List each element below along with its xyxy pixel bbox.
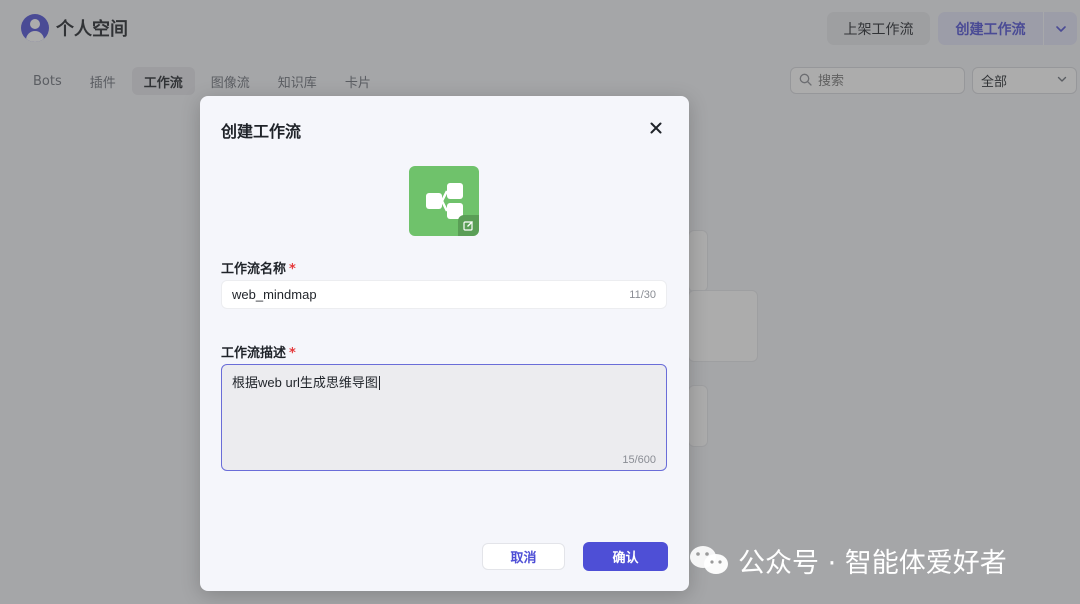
workflow-icon[interactable] [409, 166, 479, 236]
desc-field-label: 工作流描述 * [221, 342, 296, 361]
edit-icon[interactable] [458, 215, 479, 236]
name-char-counter: 11/30 [629, 288, 656, 301]
workflow-description-textarea[interactable]: 根据web url生成思维导图 15/600 [221, 364, 667, 471]
name-field-label: 工作流名称 * [221, 258, 296, 277]
confirm-button[interactable]: 确认 [583, 542, 668, 571]
watermark: 公众号 · 智能体爱好者 [688, 540, 1007, 580]
cancel-button[interactable]: 取消 [482, 543, 565, 570]
required-mark: * [289, 346, 296, 361]
dialog-title: 创建工作流 [221, 122, 302, 141]
watermark-text: 公众号 · 智能体爱好者 [738, 547, 1007, 579]
create-workflow-dialog: 创建工作流 工作流名称 * web_mindmap 11/30 工作流描述 * 根据… [200, 96, 689, 591]
text-caret [378, 375, 380, 390]
workflow-description-value: 根据web url生成思维导图 [232, 375, 378, 390]
name-label-text: 工作流名称 [221, 262, 287, 277]
workflow-name-value: web_mindmap [232, 287, 317, 302]
desc-char-counter: 15/600 [622, 454, 656, 466]
workflow-name-input[interactable]: web_mindmap 11/30 [221, 280, 667, 309]
wechat-logo-icon [688, 543, 730, 577]
desc-label-text: 工作流描述 [221, 346, 287, 361]
close-icon[interactable] [647, 119, 665, 137]
required-mark: * [289, 262, 296, 277]
